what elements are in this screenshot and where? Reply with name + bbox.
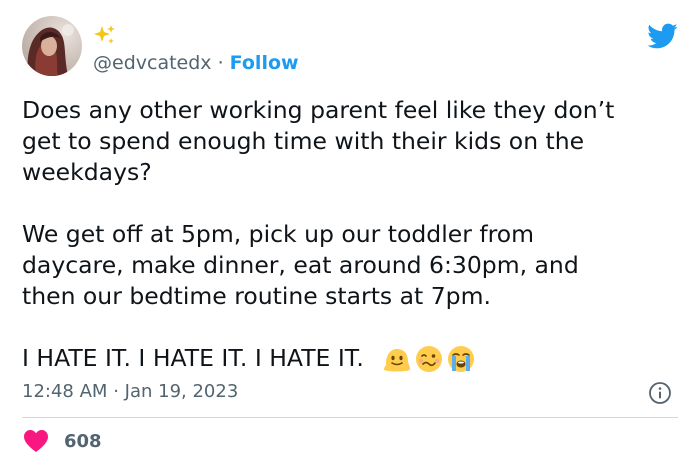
tweet-card: @edvcatedx · Follow Does any other worki… [0,0,700,471]
tweet-line: I HATE IT. I HATE IT. I HATE IT. [22,344,364,372]
avatar[interactable] [22,16,82,76]
loudly-crying-face-emoji [447,345,474,372]
handle-separator: · [217,52,224,74]
tweet-line: We get off at 5pm, pick up our toddler f… [22,220,535,248]
woozy-face-emoji [415,345,442,372]
tweet-line: get to spend enough time with their kids… [22,127,585,155]
info-icon[interactable] [648,381,672,405]
tweet-paragraph: I HATE IT. I HATE IT. I HATE IT. [22,343,682,374]
tweet-paragraph: Does any other working parent feel like … [22,95,682,188]
tweet-paragraph: We get off at 5pm, pick up our toddler f… [22,219,682,312]
like-action[interactable]: 608 [22,428,102,454]
divider [22,417,678,418]
tweet-timestamp[interactable]: 12:48 AM · Jan 19, 2023 [22,380,238,404]
author-row: @edvcatedx · Follow [93,51,299,75]
tweet-date: Jan 19, 2023 [124,381,239,402]
tweet-text: Does any other working parent feel like … [22,95,682,374]
sparkles-icon [94,25,115,44]
tweet-line: daycare, make dinner, eat around 6:30pm,… [22,251,579,279]
tweet-line: Does any other working parent feel like … [22,96,615,124]
twitter-bird-icon[interactable] [646,20,678,52]
author-handle[interactable]: @edvcatedx [93,52,212,74]
heart-icon[interactable] [22,428,50,454]
tweet-line: then our bedtime routine starts at 7pm. [22,282,491,310]
tweet-line: weekdays? [22,158,152,186]
follow-button[interactable]: Follow [230,52,299,74]
avatar-image [22,16,82,76]
tweet-time: 12:48 AM [22,381,108,402]
timestamp-separator: · [113,381,119,402]
like-count: 608 [64,430,102,452]
emoji-group [382,344,476,374]
melting-face-emoji [383,348,410,371]
